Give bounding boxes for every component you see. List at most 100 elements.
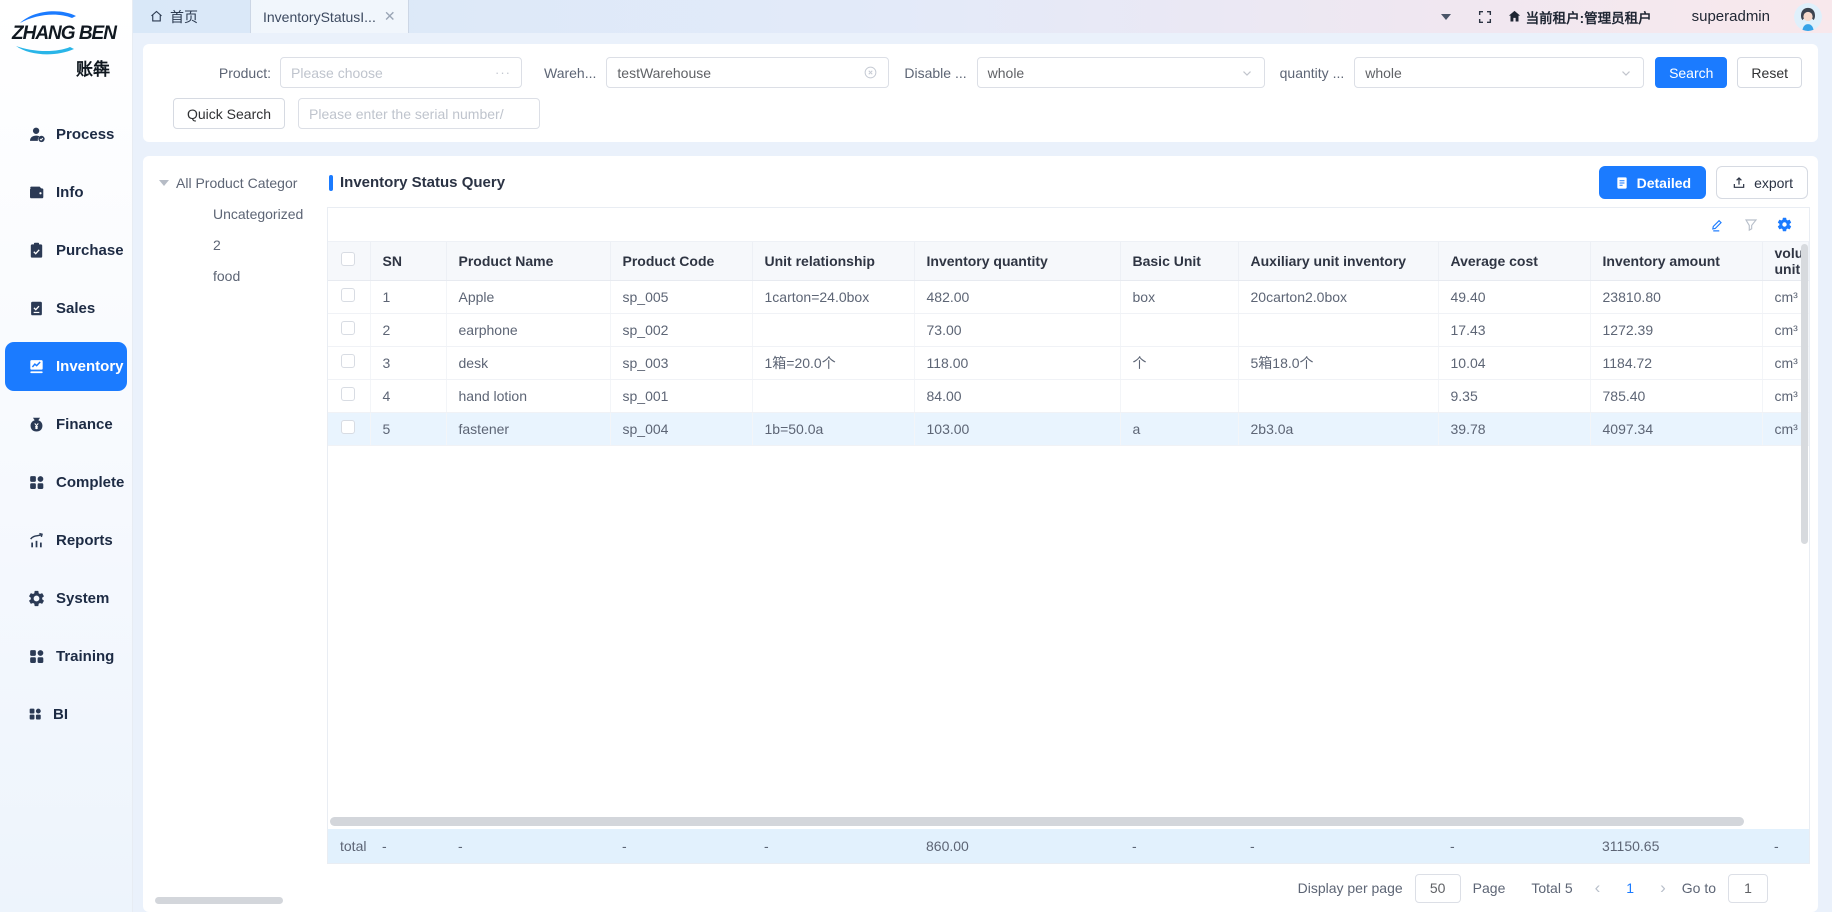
search-button[interactable]: Search	[1655, 57, 1727, 88]
sidebar-item-finance[interactable]: Finance	[5, 400, 127, 449]
warehouse-field[interactable]	[606, 57, 889, 88]
next-page-icon[interactable]: ›	[1656, 878, 1670, 898]
sidebar-item-reports[interactable]: Reports	[5, 516, 127, 565]
column-header: Inventory amount	[1590, 242, 1762, 280]
detailed-button-label: Detailed	[1637, 175, 1691, 191]
warehouse-input[interactable]	[617, 65, 863, 81]
disable-select[interactable]: whole	[977, 57, 1265, 88]
table-row[interactable]: 1Applesp_0051carton=24.0box482.00box20ca…	[328, 280, 1809, 313]
cell: 1b=50.0a	[752, 412, 914, 445]
cell	[1238, 379, 1438, 412]
row-checkbox-cell	[328, 280, 370, 313]
sidebar-item-purchase[interactable]: Purchase	[5, 226, 127, 275]
total-cell: -	[1238, 829, 1438, 863]
sidebar-item-complete[interactable]: Complete	[5, 458, 127, 507]
sidebar-item-sales[interactable]: Sales	[5, 284, 127, 333]
quick-search-button[interactable]: Quick Search	[173, 98, 285, 129]
logo-swoosh-bottom-icon	[12, 44, 86, 56]
row-checkbox[interactable]	[341, 288, 355, 302]
cell: 4	[370, 379, 446, 412]
clear-icon[interactable]	[863, 65, 878, 80]
cell: 785.40	[1590, 379, 1762, 412]
row-checkbox[interactable]	[341, 420, 355, 434]
export-button[interactable]: export	[1716, 166, 1808, 199]
goto-page-input[interactable]	[1728, 874, 1768, 903]
home-outline-icon	[149, 9, 164, 24]
quantity-select[interactable]: whole	[1354, 57, 1644, 88]
money-bag-icon	[27, 415, 46, 434]
tab-inventory-status[interactable]: InventoryStatusI... ✕	[250, 0, 409, 33]
sidebar-item-system[interactable]: System	[5, 574, 127, 623]
caret-down-icon[interactable]	[159, 180, 169, 186]
sidebar-item-info[interactable]: Info	[5, 168, 127, 217]
table-settings-gear-icon[interactable]	[1776, 216, 1793, 233]
detailed-button[interactable]: Detailed	[1599, 166, 1706, 199]
fullscreen-icon[interactable]	[1477, 9, 1493, 25]
logo-text-cn: 账犇	[12, 61, 124, 80]
cell: 84.00	[914, 379, 1120, 412]
sidebar-item-label: Sales	[56, 300, 95, 317]
cell: earphone	[446, 313, 610, 346]
sidebar-item-process[interactable]: Process	[5, 110, 127, 159]
table-row[interactable]: 3desksp_0031箱=20.0个118.00个5箱18.0个10.0411…	[328, 346, 1809, 379]
sidebar-item-label: Complete	[56, 474, 124, 491]
ellipsis-icon[interactable]: ···	[495, 65, 511, 80]
table-toolbar	[328, 208, 1809, 242]
tenant-indicator[interactable]: 当前租户:管理员租户	[1507, 7, 1652, 27]
total-row-table: total - - - - 860.00 - - - 31150.65 -	[328, 829, 1809, 863]
horizontal-scrollbar[interactable]	[330, 817, 1744, 826]
sidebar-item-label: Training	[56, 648, 114, 665]
table-row[interactable]: 2earphonesp_00273.0017.431272.39cm³	[328, 313, 1809, 346]
quick-search-field[interactable]	[298, 98, 540, 129]
row-checkbox[interactable]	[341, 387, 355, 401]
cell: 39.78	[1438, 412, 1590, 445]
tree-item-2[interactable]: 2	[151, 229, 327, 260]
page-size-input[interactable]	[1415, 874, 1461, 903]
sidebar-item-label: System	[56, 590, 109, 607]
row-checkbox[interactable]	[341, 354, 355, 368]
row-checkbox-cell	[328, 412, 370, 445]
grid-icon	[27, 647, 46, 666]
product-label: Product:	[159, 65, 271, 81]
column-header: SN	[370, 242, 446, 280]
tree-item-food[interactable]: food	[151, 260, 327, 291]
sidebar-item-label: Info	[56, 184, 84, 201]
prev-page-icon[interactable]: ‹	[1591, 878, 1605, 898]
tab-close-icon[interactable]: ✕	[384, 8, 396, 25]
edit-columns-icon[interactable]	[1709, 216, 1726, 233]
page-word: Page	[1473, 880, 1506, 896]
avatar[interactable]	[1794, 3, 1822, 31]
filter-icon[interactable]	[1743, 217, 1759, 233]
reset-button[interactable]: Reset	[1737, 57, 1802, 88]
cell: hand lotion	[446, 379, 610, 412]
tree-item-uncategorized[interactable]: Uncategorized	[151, 198, 327, 229]
product-input[interactable]	[291, 65, 495, 81]
sidebar-item-bi[interactable]: BI	[5, 690, 127, 739]
cell: 5箱18.0个	[1238, 346, 1438, 379]
current-page[interactable]: 1	[1616, 880, 1644, 896]
quick-search-input[interactable]	[309, 106, 529, 122]
select-all-checkbox[interactable]	[341, 252, 355, 266]
table-row[interactable]: 5fastenersp_0041b=50.0a103.00a2b3.0a39.7…	[328, 412, 1809, 445]
person-check-icon	[27, 125, 46, 144]
tree-horizontal-scrollbar[interactable]	[155, 897, 283, 904]
upload-icon	[1731, 175, 1747, 191]
tree-root-all-categories[interactable]: All Product Categor	[151, 168, 327, 198]
sidebar-item-inventory[interactable]: Inventory	[5, 342, 127, 391]
table-row[interactable]: 4hand lotionsp_00184.009.35785.40cm³	[328, 379, 1809, 412]
sidebar-item-training[interactable]: Training	[5, 632, 127, 681]
cell	[1120, 379, 1238, 412]
product-select[interactable]: ···	[280, 57, 522, 88]
cell: sp_002	[610, 313, 752, 346]
tab-home[interactable]: 首页	[133, 0, 216, 33]
row-checkbox[interactable]	[341, 321, 355, 335]
cell: Apple	[446, 280, 610, 313]
gear-icon	[27, 589, 46, 608]
quantity-label: quantity ...	[1280, 65, 1345, 81]
warehouse-label: Wareh...	[544, 65, 596, 81]
document-icon	[1614, 175, 1630, 191]
chevron-down-icon[interactable]	[1441, 14, 1451, 20]
username[interactable]: superadmin	[1692, 8, 1770, 25]
cell: sp_004	[610, 412, 752, 445]
vertical-scrollbar[interactable]	[1801, 244, 1808, 544]
